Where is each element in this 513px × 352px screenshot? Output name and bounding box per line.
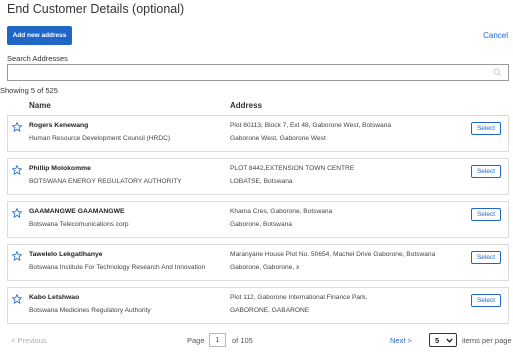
customer-organization: Human Resource Development Council (HRDC… xyxy=(29,135,171,142)
add-new-address-button[interactable]: Add new address xyxy=(7,26,72,45)
select-button[interactable]: Select xyxy=(471,208,501,221)
address-row: Tawelelo Lekgatlhanye Botswana Institute… xyxy=(7,244,509,281)
column-header-name: Name xyxy=(29,101,51,110)
column-header-address: Address xyxy=(230,101,263,110)
search-icon xyxy=(493,68,502,77)
address-line-2: LOBATSE, Botswana xyxy=(230,178,293,185)
customer-organization: Botswana Telecomunications corp xyxy=(29,221,129,228)
customer-name: Tawelelo Lekgatlhanye xyxy=(29,251,103,258)
items-per-page-label: items per page xyxy=(462,336,512,345)
items-per-page-select[interactable]: 5 xyxy=(429,333,457,347)
customer-organization: Botswana Institute For Technology Resear… xyxy=(29,264,206,271)
select-button[interactable]: Select xyxy=(471,251,501,264)
chevron-down-icon xyxy=(446,338,453,343)
star-outline-icon[interactable] xyxy=(12,165,22,175)
next-page-link[interactable]: Next > xyxy=(390,336,412,345)
select-button[interactable]: Select xyxy=(471,122,501,135)
select-button[interactable]: Select xyxy=(471,294,501,307)
address-line-1: Maranyane House Plot No. 50654, Machel D… xyxy=(230,251,436,258)
address-line-1: Plot 60113, Block 7, Ext 48, Gaborone We… xyxy=(230,122,392,129)
address-line-2: Gaborone West, Gaborone West xyxy=(230,135,326,142)
result-count: Showing 5 of 525 xyxy=(0,86,58,95)
previous-page-link[interactable]: < Previous xyxy=(11,336,47,345)
search-input[interactable] xyxy=(7,64,509,81)
page-label: Page xyxy=(187,336,205,345)
address-line-1: Plot 112, Gaborone International Finance… xyxy=(230,294,368,301)
address-line-2: Gaborone, Botswana xyxy=(230,221,292,228)
customer-name: GAAMANGWE GAAMANGWE xyxy=(29,208,125,215)
address-row: Rogers Kenewang Human Resource Developme… xyxy=(7,115,509,152)
star-outline-icon[interactable] xyxy=(12,294,22,304)
page-title: End Customer Details (optional) xyxy=(7,2,185,16)
select-button[interactable]: Select xyxy=(471,165,501,178)
star-outline-icon[interactable] xyxy=(12,122,22,132)
customer-name: Rogers Kenewang xyxy=(29,122,89,129)
address-row: GAAMANGWE GAAMANGWE Botswana Telecomunic… xyxy=(7,201,509,238)
address-row: Phillip Molokomme BOTSWANA ENERGY REGULA… xyxy=(7,158,509,195)
page-number-input[interactable]: 1 xyxy=(209,333,226,347)
pagination: < Previous Page 1 of 105 Next > 5 items … xyxy=(0,333,513,349)
star-outline-icon[interactable] xyxy=(12,208,22,218)
address-line-2: GABORONE, GABARONE xyxy=(230,307,310,314)
star-outline-icon[interactable] xyxy=(12,251,22,261)
customer-name: Phillip Molokomme xyxy=(29,165,91,172)
address-line-1: Khama Cres, Gaborone, Botswana xyxy=(230,208,333,215)
customer-name: Kabo Letshwao xyxy=(29,294,80,301)
customer-organization: BOTSWANA ENERGY REGULATORY AUTHORITY xyxy=(29,178,182,185)
items-per-page-value: 5 xyxy=(435,335,440,345)
search-label: Search Addresses xyxy=(7,54,68,63)
address-line-2: Gaborone, Gaborone, x xyxy=(230,264,300,271)
customer-organization: Botswana Medicines Regulatory Authority xyxy=(29,307,151,314)
address-row: Kabo Letshwao Botswana Medicines Regulat… xyxy=(7,287,509,324)
address-line-1: PLOT 8442,EXTENSION TOWN CENTRE xyxy=(230,165,355,172)
total-pages: of 105 xyxy=(232,336,253,345)
cancel-link[interactable]: Cancel xyxy=(483,31,508,40)
